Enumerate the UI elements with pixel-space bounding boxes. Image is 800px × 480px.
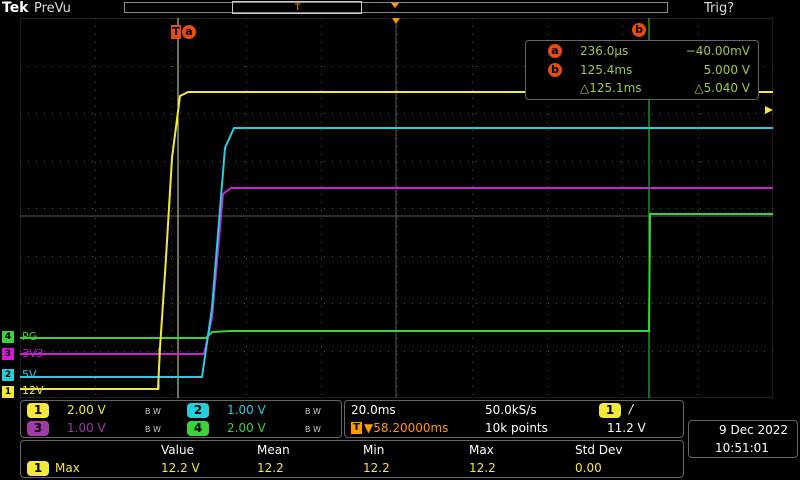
- record-length: 10k points: [485, 421, 548, 435]
- trigger-slope-icon: /: [629, 402, 634, 416]
- ch1-button[interactable]: 1: [27, 403, 49, 418]
- time: 10:51:01: [715, 441, 769, 455]
- cursor-a-value: −40.00mV: [685, 44, 750, 58]
- meas-value: 12.2 V: [161, 461, 200, 475]
- cursor-delta-time: △125.1ms: [580, 81, 642, 95]
- meas-header-value: Value: [161, 443, 194, 457]
- meas-mean: 12.2: [257, 461, 284, 475]
- trigger-position-marker: [392, 18, 400, 24]
- ch2-button[interactable]: 2: [187, 403, 209, 418]
- acquisition-mode: PreVu: [34, 1, 71, 16]
- meas-header-std: Std Dev: [575, 443, 623, 457]
- ch2-label: 5V: [22, 368, 37, 381]
- sample-rate: 50.0kS/s: [485, 403, 537, 417]
- ch2-ground-marker[interactable]: 2: [2, 369, 14, 381]
- meas-header-min: Min: [363, 443, 385, 457]
- ch1-label: 12V: [22, 384, 44, 397]
- cursor-b-value: 5.000 V: [703, 63, 750, 77]
- measurement-panel[interactable]: Value Mean Min Max Std Dev 1 Max 12.2 V …: [20, 440, 684, 478]
- meas-name: Max: [55, 461, 80, 475]
- record-center-marker: [391, 3, 399, 8]
- ch1-scale: 2.00 V: [67, 403, 106, 417]
- timebase-panel[interactable]: 20.0ms 50.0kS/s T ▼58.20000ms 10k points…: [344, 400, 684, 438]
- ch1-ground-marker[interactable]: 1: [2, 386, 14, 398]
- trigger-level-marker: [765, 106, 773, 114]
- horizontal-scale: 20.0ms: [351, 403, 396, 417]
- cursor-a-trigger-tag[interactable]: T: [171, 25, 181, 39]
- cursor-readout: a 236.0µs −40.00mV b 125.4ms 5.000 V △12…: [525, 40, 759, 100]
- meas-min: 12.2: [363, 461, 390, 475]
- ch2-bw-limit: B W: [305, 407, 321, 416]
- ch3-ground-marker[interactable]: 3: [2, 348, 14, 360]
- ch4-ground-marker[interactable]: 4: [2, 331, 14, 343]
- record-trigger-marker: T: [295, 3, 301, 13]
- trigger-position-value: ▼58.20000ms: [364, 421, 449, 435]
- cursor-a-badge: a: [548, 44, 562, 58]
- cursor-b-marker[interactable]: b: [632, 23, 646, 37]
- brand-logo: Tek: [2, 0, 29, 16]
- cursor-a-time: 236.0µs: [580, 44, 629, 58]
- ch3-label: 3V3: [22, 347, 44, 360]
- trigger-source-badge[interactable]: 1: [599, 403, 621, 418]
- ch2-scale: 1.00 V: [227, 403, 266, 417]
- channel-scale-panel: 1 2.00 V B W 2 1.00 V B W 3 1.00 V B W 4…: [20, 400, 342, 438]
- meas-header-mean: Mean: [257, 443, 290, 457]
- ch4-bw-limit: B W: [305, 425, 321, 434]
- ch1-bw-limit: B W: [145, 407, 161, 416]
- ch4-label: PG: [22, 330, 38, 343]
- ch3-button[interactable]: 3: [27, 421, 49, 436]
- trigger-status: Trig?: [704, 1, 735, 16]
- meas-max: 12.2: [469, 461, 496, 475]
- cursor-a-marker[interactable]: a: [182, 25, 196, 39]
- trigger-position-icon: T: [351, 422, 362, 434]
- ch3-scale: 1.00 V: [67, 421, 106, 435]
- cursor-b-badge: b: [548, 63, 562, 77]
- meas-source-badge[interactable]: 1: [27, 461, 49, 476]
- ch3-bw-limit: B W: [145, 425, 161, 434]
- cursor-b-time: 125.4ms: [580, 63, 633, 77]
- trigger-level: 11.2 V: [607, 421, 646, 435]
- cursor-delta-value: △5.040 V: [694, 81, 750, 95]
- ch4-scale: 2.00 V: [227, 421, 266, 435]
- meas-std: 0.00: [575, 461, 602, 475]
- ch4-button[interactable]: 4: [187, 421, 209, 436]
- meas-header-max: Max: [469, 443, 494, 457]
- date: 9 Dec 2022: [719, 423, 789, 437]
- datetime-panel: 9 Dec 2022 10:51:01: [688, 420, 798, 458]
